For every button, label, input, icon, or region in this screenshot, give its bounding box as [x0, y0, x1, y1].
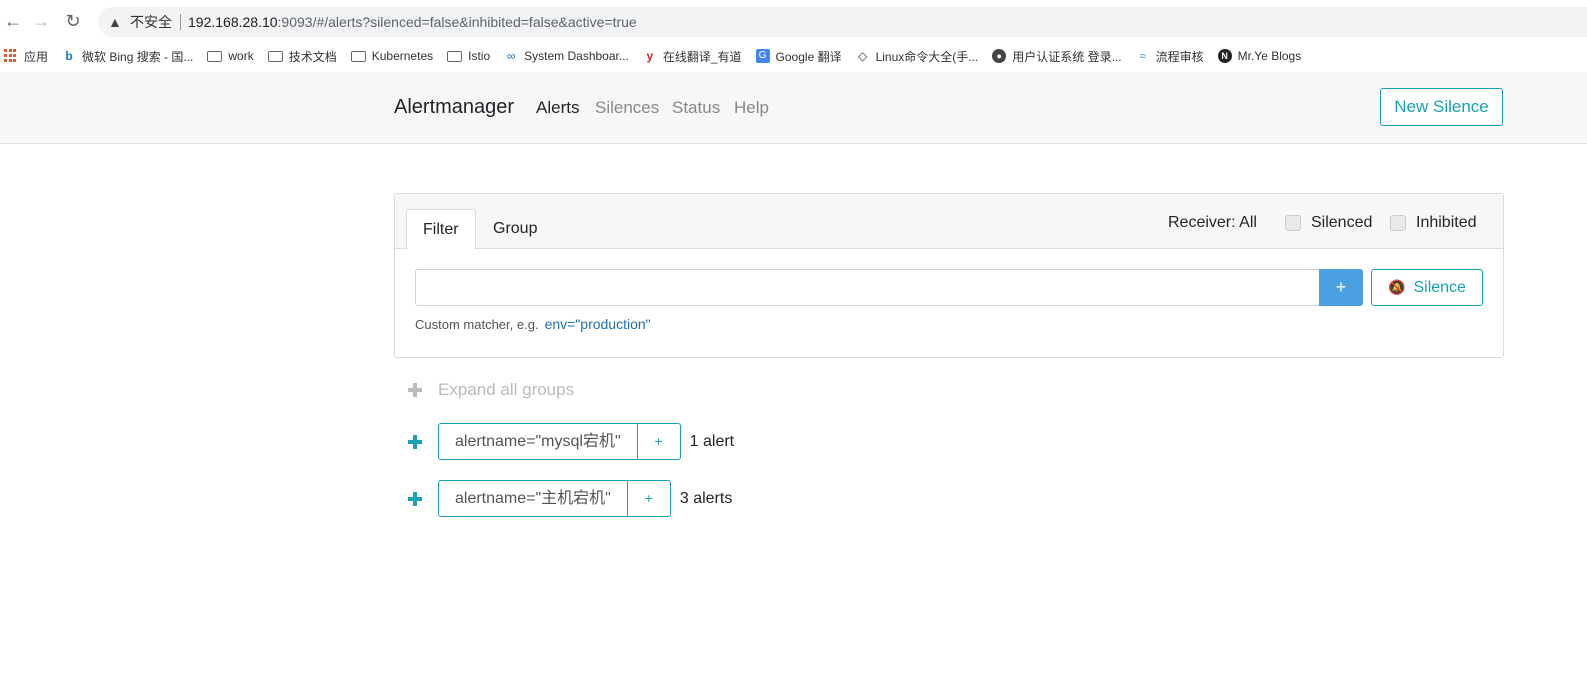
expand-all-groups[interactable]: Expand all groups [408, 380, 574, 400]
inhibited-toggle[interactable]: Inhibited [1390, 214, 1477, 232]
nav-alerts[interactable]: Alerts [536, 98, 579, 118]
bookmark-linux[interactable]: ◇ Linux命令大全(手... [856, 48, 979, 65]
silenced-label: Silenced [1311, 214, 1373, 231]
group-matcher-label[interactable]: alertname="mysql宕机" [439, 424, 638, 459]
folder-icon [207, 50, 223, 62]
nav-status[interactable]: Status [672, 98, 720, 118]
bookmark-label: Mr.Ye Blogs [1237, 49, 1302, 63]
group-matcher-label[interactable]: alertname="主机宕机" [439, 481, 628, 516]
bookmark-bing[interactable]: b 微软 Bing 搜索 - 国... [62, 48, 193, 65]
google-translate-icon: G [755, 49, 770, 63]
filter-input[interactable] [415, 269, 1319, 306]
bookmark-youdao[interactable]: y 在线翻译_有道 [643, 48, 742, 65]
bookmark-label: System Dashboar... [524, 49, 629, 63]
bookmark-label: 技术文档 [288, 49, 337, 64]
bookmark-flow[interactable]: ≈ 流程审核 [1136, 48, 1204, 65]
bookmark-label: Google 翻译 [775, 49, 842, 64]
add-matcher-button[interactable]: + [1319, 269, 1363, 306]
bookmark-label: 用户认证系统 登录... [1012, 49, 1122, 64]
matcher-hint: Custom matcher, e.g. env="production" [415, 316, 651, 332]
linux-icon: ◇ [857, 49, 868, 63]
inhibited-checkbox[interactable] [1390, 215, 1406, 231]
silenced-toggle[interactable]: Silenced [1285, 214, 1372, 232]
insecure-label: 不安全 [130, 14, 172, 30]
bookmark-tech-docs[interactable]: 技术文档 [267, 48, 337, 65]
bookmark-label: Linux命令大全(手... [875, 49, 979, 64]
filter-card: Filter Group Receiver: All Silenced Inhi… [394, 193, 1504, 358]
alert-count: 1 alert [689, 432, 735, 450]
flow-icon: ≈ [1139, 49, 1146, 63]
app-navbar: Alertmanager Alerts Silences Status Help… [0, 72, 1587, 144]
expand-all-label: Expand all groups [438, 380, 575, 399]
bookmark-apps[interactable]: 应用 [4, 48, 48, 65]
bing-icon: b [65, 49, 73, 63]
hint-text: Custom matcher, e.g. [415, 317, 539, 332]
reload-icon[interactable]: ↻ [62, 10, 84, 32]
url-host: 192.168.28.10 [188, 14, 278, 30]
group-matcher-add-button[interactable]: + [628, 481, 670, 516]
silence-label: Silence [1413, 279, 1466, 296]
filter-card-header: Filter Group Receiver: All Silenced Inhi… [395, 194, 1503, 250]
new-silence-button[interactable]: New Silence [1380, 88, 1503, 126]
bookmark-auth[interactable]: ● 用户认证系统 登录... [992, 48, 1122, 65]
bookmarks-bar: 应用 b 微软 Bing 搜索 - 国... work 技术文档 Kuberne… [0, 42, 1587, 70]
hint-example: env="production" [544, 316, 651, 332]
nav-help[interactable]: Help [734, 98, 769, 118]
nav-silences[interactable]: Silences [595, 98, 659, 118]
alert-group: alertname="主机宕机" + 3 alerts [408, 480, 732, 517]
infinity-icon: ∞ [506, 49, 516, 63]
tab-group[interactable]: Group [477, 209, 553, 249]
alert-group: alertname="mysql宕机" + 1 alert [408, 423, 734, 460]
url-text[interactable]: 192.168.28.10:9093/#/alerts?silenced=fal… [188, 13, 637, 31]
bookmark-label: 微软 Bing 搜索 - 国... [82, 49, 194, 64]
warning-icon: ▲ [108, 14, 122, 30]
bell-slash-icon: 🔕 [1388, 279, 1406, 295]
bookmark-label: work [228, 49, 254, 63]
bookmark-label: 应用 [24, 49, 49, 64]
bookmark-label: Kubernetes [371, 49, 434, 63]
bookmark-label: 在线翻译_有道 [662, 49, 742, 64]
youdao-icon: y [646, 49, 654, 63]
expand-group-icon[interactable] [408, 434, 422, 449]
receiver-dropdown[interactable]: Receiver: All [1168, 214, 1257, 232]
bookmark-work[interactable]: work [207, 49, 254, 63]
silenced-checkbox[interactable] [1285, 215, 1301, 231]
bookmark-kubernetes[interactable]: Kubernetes [350, 49, 434, 63]
group-matcher: alertname="主机宕机" + [438, 480, 671, 517]
forward-arrow-icon[interactable]: → [30, 10, 52, 32]
group-matcher-add-button[interactable]: + [638, 424, 680, 459]
silence-button[interactable]: 🔕 Silence [1371, 269, 1483, 306]
url-divider [180, 14, 181, 30]
browser-toolbar: ← → ↻ ▲ 不安全 192.168.28.10:9093/#/alerts?… [0, 0, 1587, 42]
bookmark-google-translate[interactable]: G Google 翻译 [755, 48, 842, 65]
tab-filter[interactable]: Filter [406, 209, 476, 250]
inhibited-label: Inhibited [1416, 214, 1477, 231]
group-matcher: alertname="mysql宕机" + [438, 423, 681, 460]
bookmark-istio[interactable]: Istio [447, 49, 490, 63]
folder-icon [447, 50, 463, 62]
brand[interactable]: Alertmanager [394, 96, 514, 119]
address-bar[interactable]: ▲ 不安全 192.168.28.10:9093/#/alerts?silenc… [98, 7, 1587, 37]
url-path: :9093/#/alerts?silenced=false&inhibited=… [277, 14, 637, 30]
blog-icon: N [1217, 49, 1232, 63]
bookmark-system-dashboard[interactable]: ∞ System Dashboar... [504, 49, 629, 63]
folder-icon [350, 50, 366, 62]
bookmark-blog[interactable]: N Mr.Ye Blogs [1217, 49, 1302, 63]
folder-icon [267, 50, 283, 62]
globe-icon: ● [992, 49, 1007, 63]
alert-count: 3 alerts [679, 489, 733, 507]
bookmark-label: Istio [468, 49, 491, 63]
back-arrow-icon[interactable]: ← [2, 10, 24, 32]
plus-icon [408, 383, 422, 397]
expand-group-icon[interactable] [408, 491, 422, 506]
apps-grid-icon [4, 49, 18, 63]
bookmark-label: 流程审核 [1155, 49, 1204, 64]
